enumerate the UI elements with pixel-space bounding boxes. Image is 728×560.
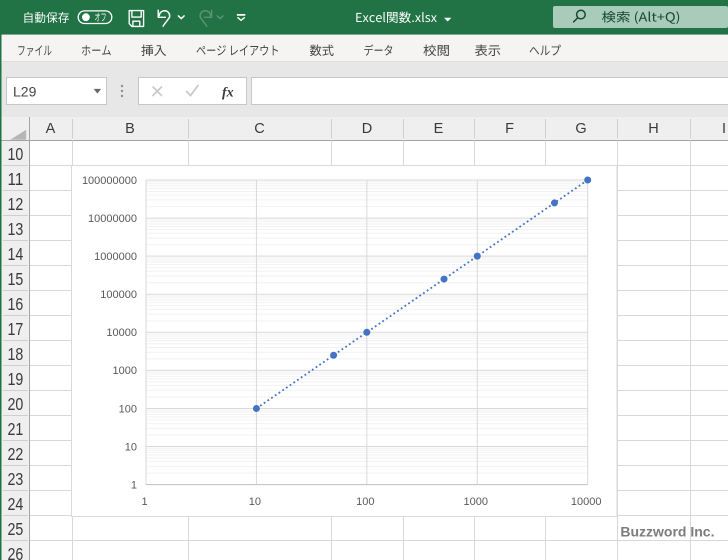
svg-text:21: 21 xyxy=(8,419,24,439)
svg-text:10000000: 10000000 xyxy=(88,213,137,225)
svg-text:10: 10 xyxy=(125,441,137,453)
svg-text:12: 12 xyxy=(8,194,24,214)
svg-text:A: A xyxy=(46,121,56,137)
svg-text:14: 14 xyxy=(8,244,24,264)
svg-text:26: 26 xyxy=(8,544,24,560)
svg-text:23: 23 xyxy=(8,469,24,489)
svg-text:1000: 1000 xyxy=(113,365,137,377)
svg-text:24: 24 xyxy=(8,494,24,514)
svg-text:L29: L29 xyxy=(13,84,37,100)
svg-text:1: 1 xyxy=(141,496,147,508)
svg-text:15: 15 xyxy=(8,269,24,289)
svg-text:18: 18 xyxy=(8,344,24,364)
svg-text:F: F xyxy=(505,121,514,137)
svg-text:100: 100 xyxy=(356,496,374,508)
svg-text:1: 1 xyxy=(131,479,137,491)
svg-text:22: 22 xyxy=(8,444,24,464)
svg-text:1000000: 1000000 xyxy=(94,251,137,263)
svg-text:100000000: 100000000 xyxy=(82,175,137,187)
svg-text:G: G xyxy=(575,121,586,137)
svg-text:17: 17 xyxy=(8,319,24,339)
svg-text:11: 11 xyxy=(8,169,24,189)
svg-text:16: 16 xyxy=(8,294,24,314)
svg-text:C: C xyxy=(254,121,264,137)
svg-text:H: H xyxy=(648,121,658,137)
svg-text:Buzzword Inc.: Buzzword Inc. xyxy=(620,524,714,540)
svg-text:19: 19 xyxy=(8,369,24,389)
svg-text:D: D xyxy=(362,121,372,137)
svg-text:10000: 10000 xyxy=(571,496,602,508)
svg-text:10: 10 xyxy=(249,496,261,508)
svg-text:10000: 10000 xyxy=(106,327,137,339)
svg-text:B: B xyxy=(125,121,135,137)
svg-text:13: 13 xyxy=(8,219,24,239)
svg-text:fx: fx xyxy=(222,86,234,101)
svg-text:10: 10 xyxy=(8,144,24,164)
svg-text:100000: 100000 xyxy=(100,289,137,301)
svg-text:1000: 1000 xyxy=(464,496,488,508)
svg-text:20: 20 xyxy=(8,394,24,414)
svg-text:I: I xyxy=(722,121,726,137)
svg-text:100: 100 xyxy=(119,403,137,415)
svg-text:25: 25 xyxy=(8,519,24,539)
svg-text:E: E xyxy=(434,121,444,137)
